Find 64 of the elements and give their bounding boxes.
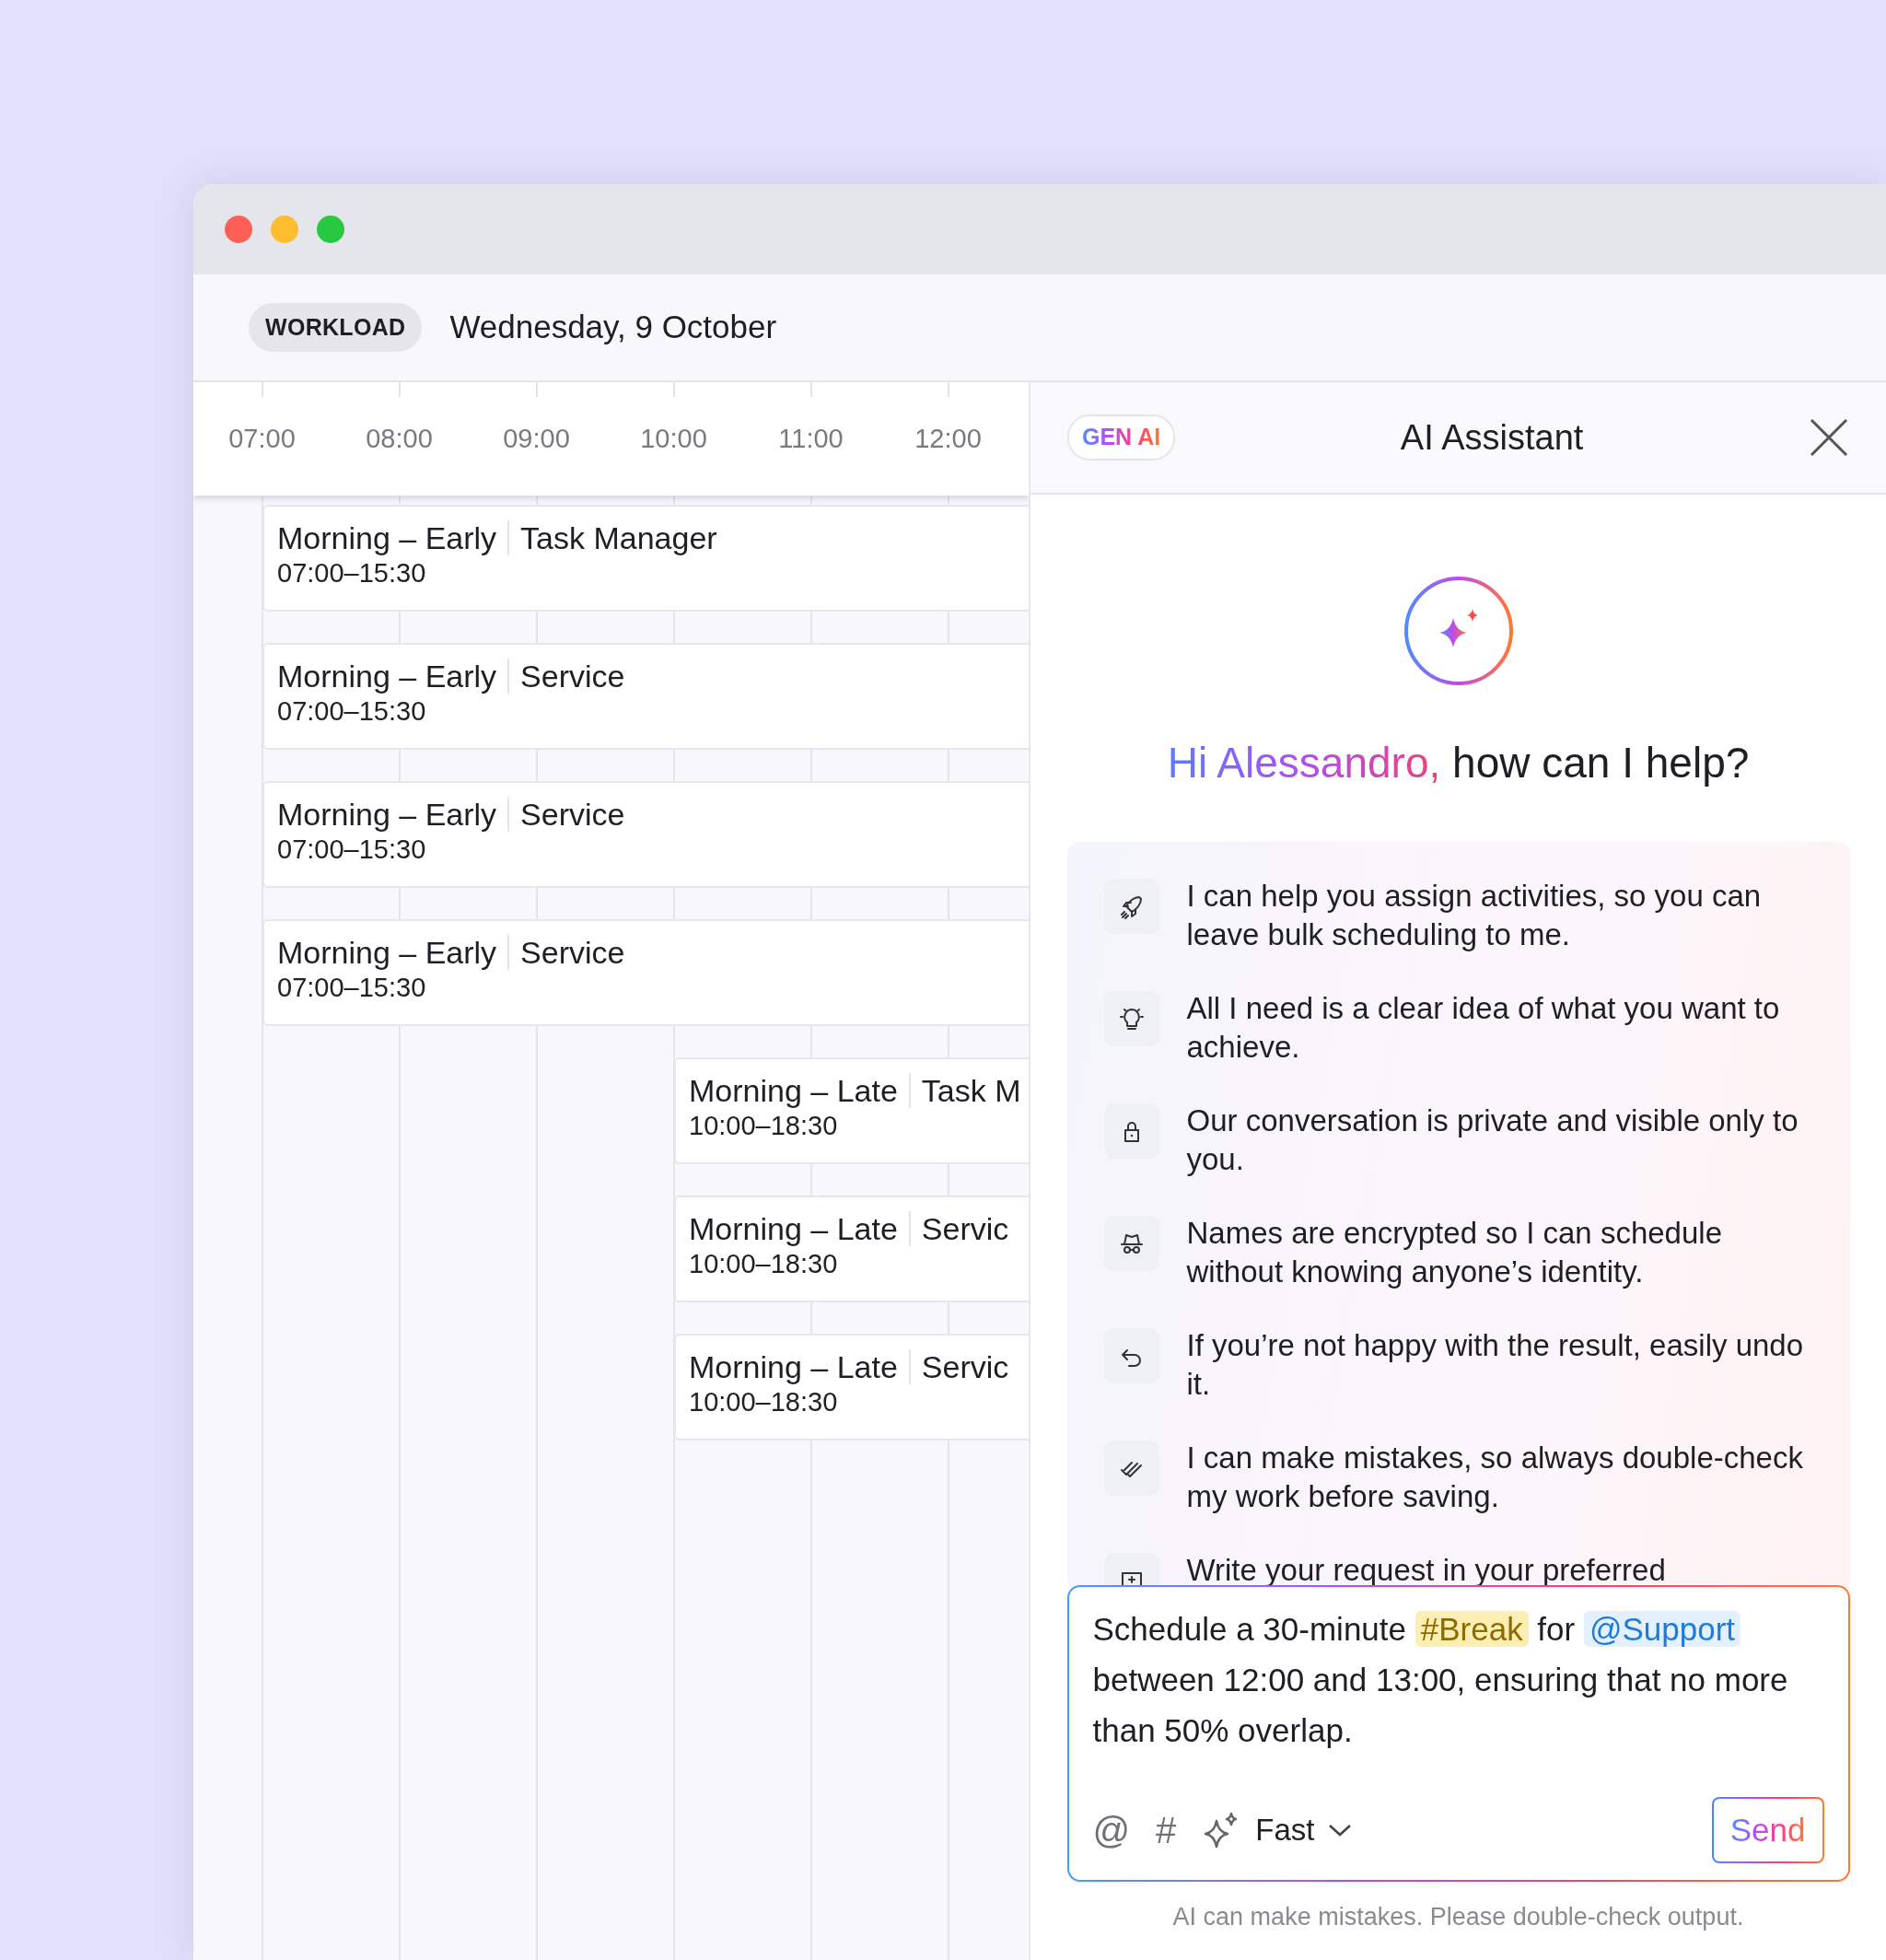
tip-text: Our conversation is private and visible only to you. bbox=[1186, 1102, 1799, 1179]
shift-time: 10:00–18:30 bbox=[689, 1110, 839, 1142]
shift-name: Morning – Early bbox=[277, 935, 497, 970]
undo-icon bbox=[1103, 1328, 1159, 1384]
shift-name: Morning – Early bbox=[277, 520, 497, 555]
shift-card[interactable]: Morning – Early Task Manager 07:00–15:30 bbox=[262, 505, 1029, 612]
hour-label: 10:00 bbox=[639, 422, 708, 455]
hour-label: 08:00 bbox=[365, 422, 434, 455]
shift-name: Morning – Early bbox=[277, 659, 497, 694]
sparkle-logo-icon bbox=[1403, 576, 1514, 686]
shift-role: Servic bbox=[908, 1211, 1009, 1246]
tip-text: All I need is a clear idea of what you want to achieve. bbox=[1186, 990, 1781, 1067]
shift-card[interactable]: Morning – Early Service 07:00–15:30 bbox=[262, 919, 1029, 1026]
lock-icon bbox=[1103, 1103, 1159, 1160]
shift-name: Morning – Late bbox=[689, 1349, 898, 1384]
shift-role: Task M bbox=[908, 1073, 1021, 1108]
shift-card[interactable]: Morning – Early Service 07:00–15:30 bbox=[262, 781, 1029, 888]
mention-chip[interactable]: @Support bbox=[1583, 1611, 1741, 1648]
workload-badge: WORKLOAD bbox=[249, 302, 423, 353]
hour-label: 12:00 bbox=[914, 422, 983, 455]
window-control-dot[interactable] bbox=[317, 216, 344, 243]
shift-role: Servic bbox=[908, 1349, 1009, 1384]
window-control-dot[interactable] bbox=[271, 216, 298, 243]
shift-card[interactable]: Morning – Late Servic 10:00–18:30 bbox=[674, 1334, 1029, 1441]
disclaimer-text: AI can make mistakes. Please double-check output. bbox=[1172, 1902, 1744, 1933]
mention-button[interactable]: @ bbox=[1092, 1811, 1131, 1849]
shift-time: 10:00–18:30 bbox=[689, 1386, 839, 1418]
tip-text: I can help you assign activities, so you can leave bulk scheduling to me. bbox=[1186, 878, 1763, 954]
tip-text: I can make mistakes, so always double-check my work before saving. bbox=[1186, 1440, 1804, 1516]
hour-label: 07:00 bbox=[227, 422, 297, 455]
shift-name: Morning – Late bbox=[689, 1211, 898, 1246]
shift-role: Task Manager bbox=[507, 520, 717, 555]
shift-role: Service bbox=[507, 659, 625, 694]
tip-text: Names are encrypted so I can schedule without knowing anyone’s identity. bbox=[1186, 1215, 1723, 1291]
shift-time: 07:00–15:30 bbox=[277, 972, 427, 1004]
prompt-input[interactable]: Schedule a 30-minute #Break for @Support between 12:00 and 13:00, ensuring that no more than 50% overlap. @ # Fast Send bbox=[1066, 1585, 1850, 1883]
hour-label: 11:00 bbox=[777, 422, 844, 455]
date-title: Wednesday, 9 October bbox=[449, 308, 777, 347]
shift-time: 07:00–15:30 bbox=[277, 695, 427, 728]
shift-card[interactable]: Morning – Late Servic 10:00–18:30 bbox=[674, 1196, 1029, 1302]
shift-name: Morning – Early bbox=[277, 797, 497, 832]
shift-time: 07:00–15:30 bbox=[277, 557, 427, 589]
shift-role: Service bbox=[507, 797, 625, 832]
shift-time: 10:00–18:30 bbox=[689, 1248, 839, 1280]
shift-card[interactable]: Morning – Late Task M 10:00–18:30 bbox=[674, 1057, 1029, 1164]
rocket-icon bbox=[1103, 879, 1159, 935]
greeting-text: Hi Alessandro, how can I help? bbox=[1167, 738, 1750, 788]
double-check-icon bbox=[1103, 1441, 1159, 1497]
light-bulb-icon bbox=[1103, 991, 1159, 1047]
hour-label: 09:00 bbox=[502, 422, 571, 455]
close-button[interactable] bbox=[1809, 417, 1849, 458]
shift-name: Morning – Late bbox=[689, 1073, 898, 1108]
hashtag-chip[interactable]: #Break bbox=[1414, 1611, 1529, 1648]
shift-role: Service bbox=[507, 935, 625, 970]
window-control-dot[interactable] bbox=[225, 216, 252, 243]
gen-ai-badge: GEN AI bbox=[1067, 414, 1176, 461]
shift-card[interactable]: Morning – Early Service 07:00–15:30 bbox=[262, 643, 1029, 750]
model-dropdown[interactable]: Fast bbox=[1202, 1807, 1352, 1853]
panel-title: AI Assistant bbox=[1399, 416, 1585, 459]
tag-button[interactable]: # bbox=[1156, 1811, 1177, 1849]
spy-icon bbox=[1103, 1216, 1159, 1272]
shift-time: 07:00–15:30 bbox=[277, 834, 427, 866]
chevron-down-icon bbox=[1327, 1822, 1352, 1838]
tip-text: If you’re not happy with the result, easily undo it. bbox=[1186, 1327, 1805, 1404]
